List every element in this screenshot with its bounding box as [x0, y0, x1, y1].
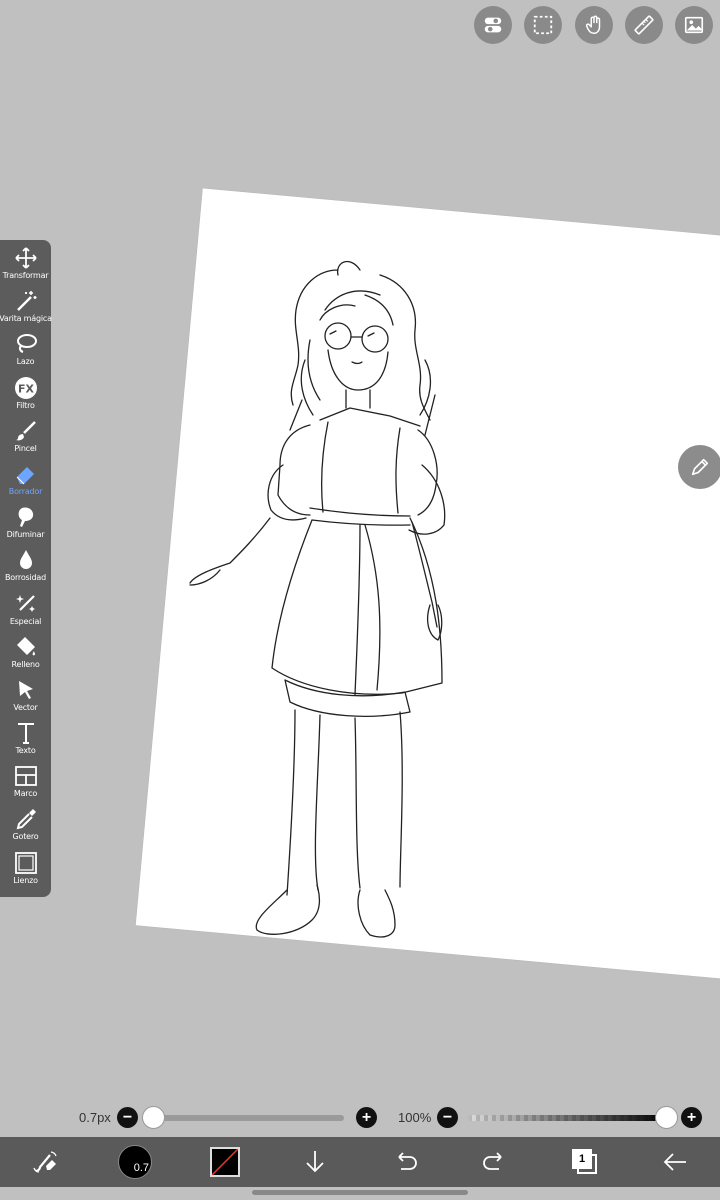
magic-wand-icon: [14, 289, 38, 313]
quick-brush-button[interactable]: [678, 445, 720, 489]
download-button[interactable]: [293, 1140, 337, 1184]
eyedropper-icon: [14, 807, 38, 831]
redo-button[interactable]: [473, 1140, 517, 1184]
move-arrows-icon: [14, 246, 38, 270]
tool-label: Lienzo: [13, 875, 38, 885]
undo-icon: [398, 1152, 417, 1170]
hand-button[interactable]: [575, 6, 613, 44]
size-decrease-button[interactable]: −: [117, 1107, 138, 1128]
bottom-toolbar: 0.7 1: [0, 1137, 720, 1187]
sparkle-brush-icon: [14, 592, 38, 616]
layers-button[interactable]: 1: [563, 1140, 607, 1184]
tool-fill[interactable]: Relleno: [0, 635, 51, 678]
tool-label: Varita mágica: [0, 314, 52, 324]
brush-size-badge: 0.7: [133, 1162, 149, 1174]
tool-smudge[interactable]: Difuminar: [0, 505, 51, 548]
tool-canvas[interactable]: Lienzo: [0, 851, 51, 894]
tool-label: Difuminar: [6, 530, 45, 540]
tool-label: Filtro: [16, 400, 35, 410]
brush-eraser-swap-icon: [33, 1151, 57, 1173]
swatch-slash: [212, 1149, 238, 1175]
opacity-knob[interactable]: [655, 1106, 678, 1129]
brush-preview: 0.7: [118, 1145, 152, 1179]
color-swatch: [210, 1147, 240, 1177]
tool-label: Borrosidad: [5, 573, 46, 583]
brush-size-knob[interactable]: [142, 1106, 165, 1129]
tool-label: Texto: [15, 746, 36, 756]
brush-size-slider[interactable]: [150, 1115, 344, 1121]
text-icon: [14, 721, 38, 745]
lasso-icon: [14, 332, 38, 356]
slider-row: 0.7px − + 100% − +: [0, 1104, 720, 1132]
opacity-increase-button[interactable]: +: [681, 1107, 702, 1128]
selection-button[interactable]: [524, 6, 562, 44]
tool-label: Vector: [13, 702, 38, 712]
tool-label: Lazo: [16, 357, 35, 367]
tool-eyedropper[interactable]: Gotero: [0, 807, 51, 850]
opacity-decrease-button[interactable]: −: [437, 1107, 458, 1128]
frame-icon: [14, 764, 38, 788]
redo-icon: [483, 1152, 502, 1170]
hand-icon: [585, 15, 601, 34]
color-button[interactable]: [203, 1140, 247, 1184]
tool-transform[interactable]: Transformar: [0, 246, 51, 289]
vector-arrow-icon: [14, 678, 38, 702]
tool-label: Transformar: [2, 271, 49, 280]
arrow-down-icon: [306, 1151, 324, 1173]
quick-switch-button[interactable]: [23, 1140, 67, 1184]
tool-brush[interactable]: Pincel: [0, 419, 51, 462]
tool-label: Relleno: [11, 659, 40, 669]
layers-icon: 1: [572, 1149, 598, 1175]
tool-label: Borrador: [8, 486, 43, 496]
back-button[interactable]: [653, 1140, 697, 1184]
canvas-icon: [14, 851, 38, 875]
smudge-icon: [14, 505, 38, 529]
tool-lasso[interactable]: Lazo: [0, 332, 51, 375]
tool-blur[interactable]: Borrosidad: [0, 548, 51, 591]
tool-label: Marco: [13, 789, 38, 799]
reference-image-button[interactable]: [675, 6, 713, 44]
tool-palette: Transformar Varita mágica Lazo FX Filtro…: [0, 240, 52, 897]
brush-size-button[interactable]: 0.7: [113, 1140, 157, 1184]
brush-size-label: 0.7px: [79, 1110, 111, 1125]
tool-filter[interactable]: FX Filtro: [0, 376, 51, 419]
selection-icon: [533, 15, 553, 35]
tool-label: Gotero: [12, 832, 39, 842]
tool-special[interactable]: Especial: [0, 592, 51, 635]
tool-label: Especial: [9, 616, 42, 626]
pencil-icon: [691, 458, 709, 476]
brush-icon: [14, 419, 38, 443]
svg-text:FX: FX: [18, 382, 35, 395]
ruler-button[interactable]: [625, 6, 663, 44]
home-indicator: [252, 1190, 468, 1195]
opacity-label: 100%: [398, 1110, 432, 1125]
tool-label: Pincel: [14, 443, 37, 453]
toggle-button[interactable]: [474, 6, 512, 44]
fx-icon: FX: [14, 376, 38, 400]
tool-vector[interactable]: Vector: [0, 678, 51, 721]
tool-frame[interactable]: Marco: [0, 764, 51, 807]
opacity-gradient: [468, 1115, 668, 1121]
size-increase-button[interactable]: +: [356, 1107, 377, 1128]
line-art-drawing: [189, 260, 446, 938]
undo-button[interactable]: [383, 1140, 427, 1184]
blur-drop-icon: [14, 548, 38, 572]
toggle-icon: [484, 17, 502, 33]
tool-text[interactable]: Texto: [0, 721, 51, 764]
tool-magic-wand[interactable]: Varita mágica: [0, 289, 52, 332]
ruler-icon: [634, 15, 654, 35]
tool-eraser[interactable]: Borrador: [0, 462, 51, 505]
arrow-left-icon: [663, 1153, 686, 1171]
image-icon: [684, 16, 704, 34]
eraser-icon: [14, 462, 38, 486]
layer-count: 1: [572, 1149, 592, 1169]
fill-bucket-icon: [14, 635, 38, 659]
